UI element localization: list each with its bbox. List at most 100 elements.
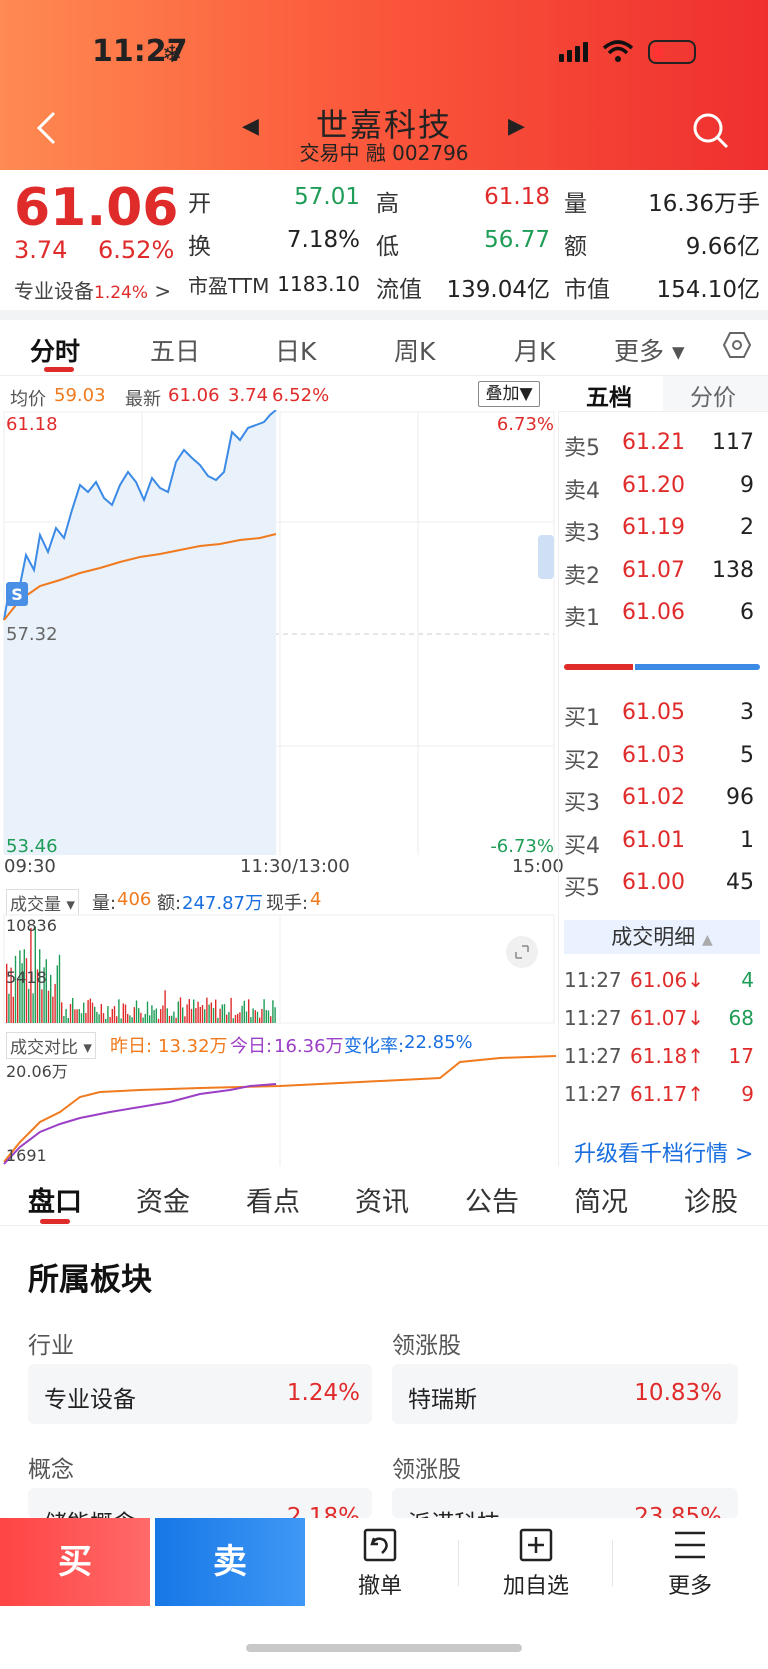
tab-capital[interactable]: 资金 (136, 1180, 190, 1219)
volume-bar (219, 1008, 221, 1023)
bid-qty: 5 (740, 742, 754, 768)
signal-marker-text: S (11, 585, 23, 604)
industry-pct: 1.24% (286, 1380, 360, 1406)
volume-bar (135, 1000, 138, 1023)
upgrade-level2-link[interactable]: 升级看千档行情 > (574, 1136, 753, 1168)
search-icon[interactable] (692, 112, 730, 150)
volume-bar (65, 1009, 67, 1023)
low-value: 56.77 (484, 227, 550, 253)
tab-monthly-k[interactable]: 月K (514, 332, 555, 368)
section-divider (0, 310, 768, 320)
volume-bar (243, 1000, 245, 1023)
cellular-signal-icon (559, 42, 588, 62)
volume-bar (76, 1009, 78, 1023)
add-watchlist-button[interactable]: 加自选 (486, 1528, 586, 1600)
buy-button[interactable]: 买 (0, 1518, 150, 1606)
market-cap-value: 154.10亿 (656, 277, 760, 303)
volume-bar (250, 1017, 252, 1023)
amount-value: 9.66亿 (685, 234, 760, 260)
volume-bar (80, 1013, 83, 1023)
leader2-name: 派诺科技 (408, 1504, 500, 1518)
volume-bar (8, 993, 10, 1023)
cancel-order-button[interactable]: 撤单 (330, 1528, 430, 1600)
bid-row[interactable]: 买4 61.01 1 (564, 828, 760, 872)
volume-bar (177, 1001, 179, 1023)
ask-row[interactable]: 卖4 61.20 9 (564, 473, 760, 517)
volume-bar (164, 990, 166, 1023)
more-menu-button[interactable]: 更多 (640, 1528, 740, 1600)
volume-chart[interactable] (0, 914, 558, 1024)
volume-bar (153, 1010, 155, 1023)
volume-bar (226, 1014, 228, 1023)
bid-row[interactable]: 买2 61.03 5 (564, 743, 760, 787)
ask-label: 卖3 (564, 521, 600, 547)
ask-qty: 2 (740, 515, 754, 541)
volume-bar (261, 1008, 263, 1023)
bid-price: 61.02 (622, 785, 685, 811)
volume-bar (215, 999, 217, 1023)
ask-qty: 117 (712, 430, 754, 455)
float-cap-value: 139.04亿 (446, 277, 550, 303)
tab-daily-k[interactable]: 日K (275, 332, 316, 368)
pct-axis-bottom: -6.73% (490, 836, 554, 857)
tab-profile[interactable]: 简况 (574, 1180, 628, 1219)
bid-row[interactable]: 买3 61.02 96 (564, 785, 760, 829)
ask-price: 61.21 (622, 430, 685, 455)
volume-bar (146, 1001, 149, 1023)
volume-bar (83, 1002, 85, 1023)
volume-bar (124, 1004, 127, 1023)
tab-weekly-k[interactable]: 周K (394, 332, 435, 368)
overlay-dropdown[interactable]: 叠加▼ (478, 381, 540, 407)
volume-bar (217, 1017, 219, 1023)
bid-label: 买3 (564, 791, 600, 817)
volume-bar (267, 1010, 270, 1023)
volume-value: 16.36万手 (648, 191, 760, 217)
volume-selector[interactable]: 成交量 ▾ (6, 889, 79, 916)
volume-bar (228, 1012, 230, 1023)
settings-hex-icon[interactable] (722, 330, 752, 366)
tab-highlights[interactable]: 看点 (246, 1180, 300, 1219)
bid-row[interactable]: 买1 61.05 3 (564, 700, 760, 744)
ask-row[interactable]: 卖2 61.07 138 (564, 558, 760, 602)
intraday-chart[interactable]: S (0, 410, 558, 855)
tab-announcements[interactable]: 公告 (465, 1180, 519, 1219)
tab-news[interactable]: 资讯 (355, 1180, 409, 1219)
vol-label: 量: (92, 893, 117, 914)
ask-label: 卖1 (564, 606, 600, 632)
volume-bar (254, 1010, 256, 1023)
bid-row[interactable]: 买5 61.00 45 (564, 870, 760, 914)
sell-button[interactable]: 卖 (155, 1518, 305, 1606)
volume-bar (234, 1014, 237, 1023)
avg-price-label: 均价 (10, 389, 46, 410)
volume-bar (12, 996, 14, 1023)
ask-row[interactable]: 卖1 61.06 6 (564, 600, 760, 644)
volume-bar (239, 1012, 241, 1023)
divider (612, 1540, 613, 1586)
tab-five-day[interactable]: 五日 (150, 332, 200, 368)
volume-bar (87, 1000, 89, 1023)
tab-diagnosis[interactable]: 诊股 (684, 1180, 738, 1219)
trade-qty: 4 (741, 968, 754, 992)
volume-bar (237, 1013, 239, 1023)
concept-label: 概念 (28, 1457, 74, 1483)
volume-bar (107, 1006, 109, 1023)
trade-detail-header[interactable]: 成交明细 ▲ (564, 920, 760, 954)
depth-bar (564, 664, 760, 670)
volume-bar (47, 990, 50, 1023)
compare-axis-min: 1691 (6, 1146, 47, 1165)
vol-value: 406 (117, 889, 152, 910)
bid-label: 买4 (564, 833, 600, 859)
next-stock-icon[interactable]: ▶ (508, 114, 525, 139)
tab-more[interactable]: 更多 ▾ (614, 332, 685, 368)
ask-row[interactable]: 卖3 61.19 2 (564, 515, 760, 559)
y-axis-mid: 57.32 (6, 624, 58, 645)
ask-row[interactable]: 卖5 61.21 117 (564, 430, 760, 474)
tab-five-levels[interactable]: 五档 (586, 378, 632, 412)
tab-price-distribution[interactable]: 分价 (690, 378, 736, 412)
open-label: 开 (188, 191, 211, 217)
volume-bar (63, 1016, 65, 1023)
tab-order-book[interactable]: 盘口 (28, 1180, 82, 1219)
sector-link[interactable]: 专业设备1.24% > (14, 275, 171, 304)
ask-price: 61.20 (622, 472, 685, 498)
tab-intraday[interactable]: 分时 (30, 332, 80, 368)
